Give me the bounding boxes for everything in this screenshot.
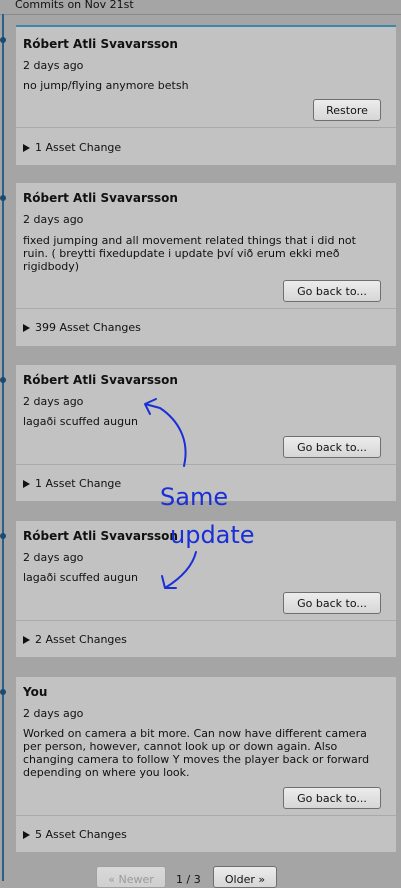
commit-time: 2 days ago — [23, 213, 84, 226]
commit-author: Róbert Atli Svavarsson — [23, 37, 178, 51]
commit-author: Róbert Atli Svavarsson — [23, 529, 178, 543]
asset-changes-toggle[interactable]: 2 Asset Changes — [23, 633, 127, 646]
divider — [16, 620, 396, 621]
go-back-button[interactable]: Go back to... — [283, 280, 381, 302]
commit-time: 2 days ago — [23, 59, 84, 72]
timeline-line — [2, 14, 4, 881]
asset-changes-toggle[interactable]: 5 Asset Changes — [23, 828, 127, 841]
commit-card[interactable]: You 2 days ago Worked on camera a bit mo… — [16, 677, 396, 852]
newer-button[interactable]: « Newer — [96, 866, 166, 888]
commit-message: fixed jumping and all movement related t… — [23, 234, 356, 273]
divider — [16, 464, 396, 465]
commit-author: Róbert Atli Svavarsson — [23, 373, 178, 387]
expand-triangle-icon — [23, 636, 30, 644]
commit-card[interactable]: Róbert Atli Svavarsson 2 days ago no jum… — [16, 25, 396, 165]
expand-triangle-icon — [23, 480, 30, 488]
expand-triangle-icon — [23, 831, 30, 839]
commit-author: You — [23, 685, 48, 699]
expand-triangle-icon — [23, 324, 30, 332]
expand-triangle-icon — [23, 144, 30, 152]
header-bar: Commits on Nov 21st — [0, 0, 401, 15]
pagination: « Newer 1 / 3 Older » — [0, 866, 401, 888]
timeline-dot — [0, 533, 6, 539]
commit-time: 2 days ago — [23, 395, 84, 408]
commit-message: lagaði scuffed augun — [23, 571, 139, 584]
go-back-button[interactable]: Go back to... — [283, 787, 381, 809]
page-indicator: 1 / 3 — [176, 873, 201, 886]
asset-changes-toggle[interactable]: 1 Asset Change — [23, 141, 121, 154]
asset-changes-toggle[interactable]: 1 Asset Change — [23, 477, 121, 490]
commit-card[interactable]: Róbert Atli Svavarsson 2 days ago lagaði… — [16, 521, 396, 657]
commit-time: 2 days ago — [23, 707, 84, 720]
restore-button[interactable]: Restore — [313, 99, 381, 121]
header-title: Commits on Nov 21st — [15, 0, 134, 11]
timeline-dot — [0, 37, 6, 43]
timeline-dot — [0, 377, 6, 383]
asset-changes-toggle[interactable]: 399 Asset Changes — [23, 321, 141, 334]
timeline-dot — [0, 689, 6, 695]
go-back-button[interactable]: Go back to... — [283, 436, 381, 458]
commit-card[interactable]: Róbert Atli Svavarsson 2 days ago lagaði… — [16, 365, 396, 501]
commit-message: lagaði scuffed augun — [23, 415, 139, 428]
go-back-button[interactable]: Go back to... — [283, 592, 381, 614]
timeline-dot — [0, 195, 6, 201]
divider — [16, 127, 396, 128]
commit-card[interactable]: Róbert Atli Svavarsson 2 days ago fixed … — [16, 183, 396, 346]
divider — [16, 815, 396, 816]
commit-author: Róbert Atli Svavarsson — [23, 191, 178, 205]
commit-message: no jump/flying anymore betsh — [23, 79, 189, 92]
commit-message: Worked on camera a bit more. Can now hav… — [23, 727, 370, 779]
commit-time: 2 days ago — [23, 551, 84, 564]
older-button[interactable]: Older » — [213, 866, 277, 888]
divider — [16, 308, 396, 309]
